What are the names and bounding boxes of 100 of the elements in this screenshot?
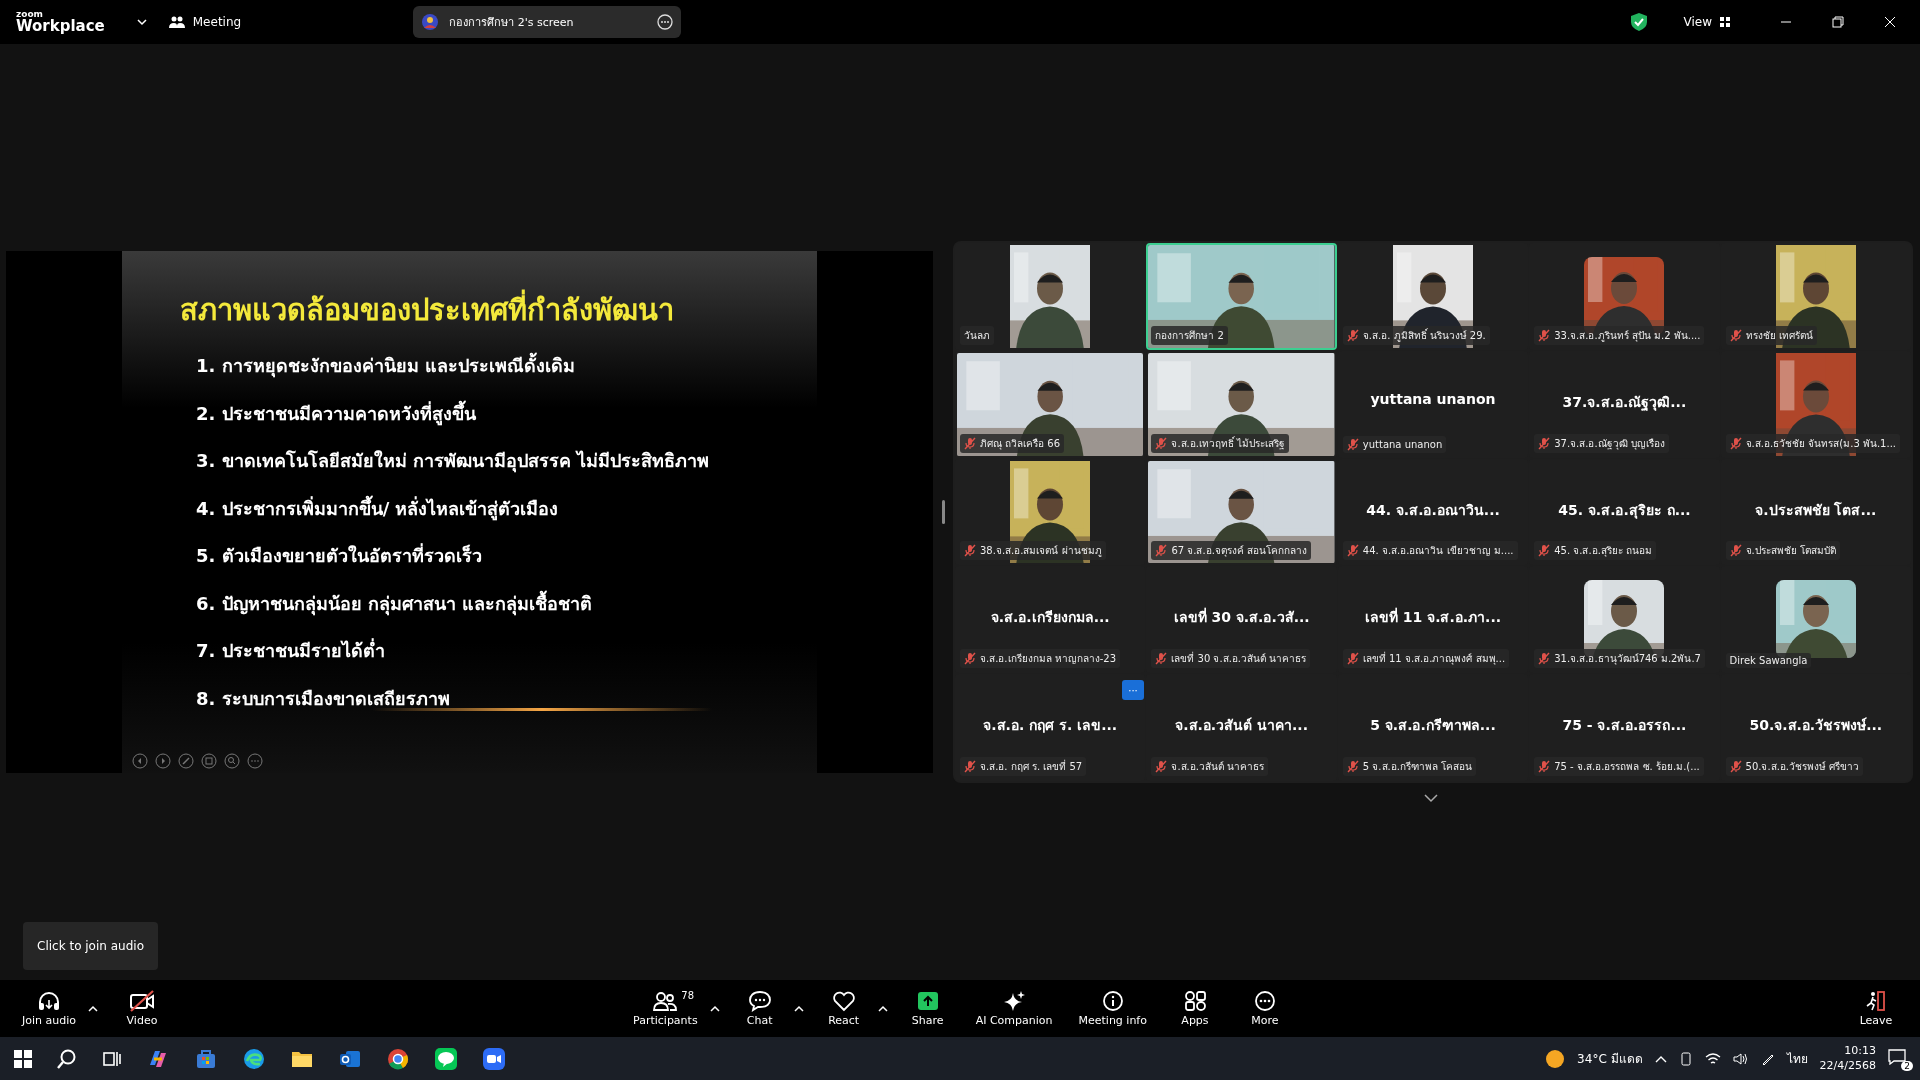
heart-icon	[831, 990, 856, 1012]
slide-bullet: 3. ขาดเทคโนโลยีสมัยใหม่ การพัฒนามีอุปสรรค ไม่มีประสิทธิภาพ	[195, 449, 711, 475]
participant-name: 75 - จ.ส.อ.อรรถพล ซ. ร้อย.ม.(...	[1554, 760, 1700, 774]
chat-bubble-app-icon[interactable]	[434, 1046, 458, 1071]
participant-tile[interactable]: จ.ส.อ.เทวฤทธิ์ ไม้ประเสริฐ	[1146, 350, 1337, 458]
language-indicator[interactable]: ไทย	[1786, 1049, 1808, 1068]
participant-name: จ.ส.อ.วสันต์ นาคาธร	[1171, 760, 1265, 774]
browser-wave-icon[interactable]	[242, 1046, 266, 1071]
wifi-icon[interactable]	[1704, 1051, 1721, 1066]
muted-microphone-icon	[1729, 436, 1742, 450]
slide-bullet: 1. การหยุดชะงักของค่านิยม และประเพณีดั้งเดิม	[180, 351, 817, 399]
next-icon[interactable]	[155, 753, 171, 769]
participant-name: จ.ส.อ.ธวัชชัย จันทรส(ม.3 พัน.1...	[1745, 436, 1896, 451]
caret-icon[interactable]	[877, 1004, 888, 1013]
share-button[interactable]: Share	[897, 988, 958, 1029]
participant-name: วันลภ	[964, 328, 990, 343]
participant-name: ภิศณุ ถวิลเครือ 66	[980, 436, 1061, 451]
slides-icon[interactable]	[201, 753, 217, 769]
caret-icon[interactable]	[88, 1004, 98, 1013]
chevron-up-icon[interactable]	[1654, 1054, 1667, 1063]
participant-name: 37.จ.ส.อ.ณัฐวุฒิ บุญเรือง	[1554, 436, 1665, 451]
participant-name: 45. จ.ส.อ.สุริยะ ถนอม	[1554, 544, 1652, 559]
more-options-button[interactable]: ···	[1122, 680, 1144, 700]
react-button[interactable]: React	[813, 988, 874, 1029]
app-logo: zoom Workplace	[16, 10, 105, 34]
slide-bullet: 8. ระบบการเมืองขาดเสถียรภาพ	[195, 686, 451, 711]
device-icon[interactable]	[1678, 1051, 1693, 1066]
meeting-button[interactable]: Meeting	[160, 11, 250, 33]
shield-check-icon[interactable]	[1629, 12, 1648, 32]
muted-microphone-icon	[964, 544, 976, 558]
resize-handle[interactable]	[941, 500, 945, 524]
participant-name: 67 จ.ส.อ.จตุรงค์ สอนโคกกลาง	[1171, 544, 1307, 559]
muted-microphone-icon	[1729, 544, 1742, 558]
participant-display-name: 44. จ.ส.อ.อณาวิน...	[1366, 500, 1500, 520]
participant-name: Direk Sawangla	[1729, 655, 1808, 667]
more-button[interactable]: More	[1235, 988, 1295, 1029]
headphones-icon	[37, 990, 61, 1012]
participant-name: ทรงชัย เทศรัตน์	[1745, 328, 1813, 343]
weather-text[interactable]: 34°C มีแดด	[1577, 1049, 1643, 1068]
participant-name: 33.จ.ส.อ.ภูรินทร์ สุปัน ม.2 พัน....	[1554, 328, 1701, 343]
maximize-icon[interactable]	[1832, 16, 1844, 28]
info-icon	[1100, 990, 1125, 1012]
avatar-icon	[421, 13, 440, 31]
browser-circle-icon[interactable]	[386, 1046, 410, 1071]
caret-icon[interactable]	[709, 1004, 720, 1013]
windows-start-icon[interactable]	[14, 1049, 32, 1068]
participant-name: yuttana unanon	[1362, 438, 1443, 450]
muted-microphone-icon	[1155, 652, 1168, 666]
participant-tile[interactable]: 67 จ.ส.อ.จตุรงค์ สอนโคกกลาง	[1146, 458, 1337, 566]
participant-name: จ.ส.อ. ภูมิสิทธิ์ นรินวงษ์ 29.	[1362, 327, 1486, 343]
clock[interactable]: 10:13 22/4/2568	[1819, 1044, 1876, 1073]
participant-display-name: 5 จ.ส.อ.กรีฑาพล...	[1370, 716, 1496, 736]
previous-icon[interactable]	[132, 753, 148, 769]
view-button[interactable]: View	[1677, 14, 1736, 30]
ai-button[interactable]: AI Companion	[967, 988, 1061, 1029]
chat-button[interactable]: Chat	[729, 988, 790, 1029]
muted-microphone-icon	[964, 652, 976, 666]
muted-microphone-icon	[1538, 760, 1551, 773]
audio-button[interactable]: Join audio	[14, 988, 84, 1029]
info-button[interactable]: Meeting info	[1070, 988, 1155, 1029]
muted-microphone-icon	[1538, 544, 1551, 558]
apps-button[interactable]: Apps	[1165, 988, 1225, 1029]
search-icon[interactable]	[56, 1047, 78, 1070]
participant-name: เลขที่ 30 จ.ส.อ.วสันต์ นาคาธร	[1171, 651, 1307, 667]
video-app-icon[interactable]	[482, 1046, 506, 1071]
muted-microphone-icon	[964, 436, 976, 450]
participant-name: 38.จ.ส.อ.สมเจตน์ ผ่านชมภู	[980, 544, 1102, 559]
participant-display-name: จ.ส.อ.เกรียงกมล...	[990, 608, 1110, 628]
speaker-icon[interactable]	[1732, 1051, 1749, 1066]
muted-microphone-icon	[1346, 328, 1359, 342]
participant-name: 44. จ.ส.อ.อณาวิน เขียวชาญ ม....	[1362, 544, 1514, 559]
screen-share-pill[interactable]: กองการศึกษา 2's screen	[413, 6, 682, 38]
participant-name: เลขที่ 11 จ.ส.อ.ภาณุพงศ์ สมพุ...	[1362, 651, 1506, 667]
participant-name: จ.ส.อ.เกรียงกมล หาญกลาง-23	[980, 652, 1117, 667]
muted-microphone-icon	[964, 760, 976, 773]
muted-microphone-icon	[1538, 328, 1551, 342]
video-button[interactable]: Video	[112, 988, 172, 1029]
participants-button[interactable]: 78 Participants	[625, 988, 706, 1029]
slide-bullet: 6. ปัญหาชนกลุ่มน้อย กลุ่มศาสนา และกลุ่มเชื้อชาติ	[195, 589, 594, 618]
chevron-down-icon[interactable]	[1423, 793, 1439, 803]
slide-bullet: 2. ประชาชนมีความคาดหวังที่สูงขึ้น	[195, 399, 477, 428]
muted-microphone-icon	[1155, 436, 1168, 450]
slide-bullet: 4. ประชากรเพิ่มมากขึ้น/ หลั่งไหลเข้าสู่ตัวเมือง	[195, 494, 560, 523]
participant-name: 31.จ.ส.อ.ธานุวัฒน์746 ม.2พัน.7	[1554, 652, 1701, 667]
muted-microphone-icon	[1729, 760, 1742, 773]
participant-name: จ.ประสพชัย โตสมบัติ	[1745, 544, 1836, 559]
muted-microphone-icon	[1346, 760, 1359, 773]
slide-bullet: 7. ประชาชนมีรายได้ต่ำ	[195, 637, 386, 663]
muted-microphone-icon	[1155, 760, 1168, 773]
participant-name: 50.จ.ส.อ.วัชรพงษ์ ศรีขาว	[1745, 760, 1860, 774]
slide-bullet: 5. ตัวเมืองขยายตัวในอัตราที่รวดเร็ว	[195, 542, 483, 568]
participant-tile[interactable]: กองการศึกษา 2	[1146, 243, 1337, 350]
zoom-icon[interactable]	[224, 753, 240, 769]
close-icon[interactable]	[1884, 16, 1896, 28]
participant-tile[interactable]: ภิศณุ ถวิลเครือ 66	[955, 350, 1146, 458]
participant-display-name: จ.ส.อ.วสันต์ นาคา...	[1175, 716, 1308, 736]
share-screen-icon	[915, 990, 940, 1012]
caret-icon[interactable]	[793, 1004, 804, 1013]
leave-button[interactable]: Leave	[1846, 988, 1906, 1029]
tooltip: Click to join audio	[23, 922, 158, 970]
